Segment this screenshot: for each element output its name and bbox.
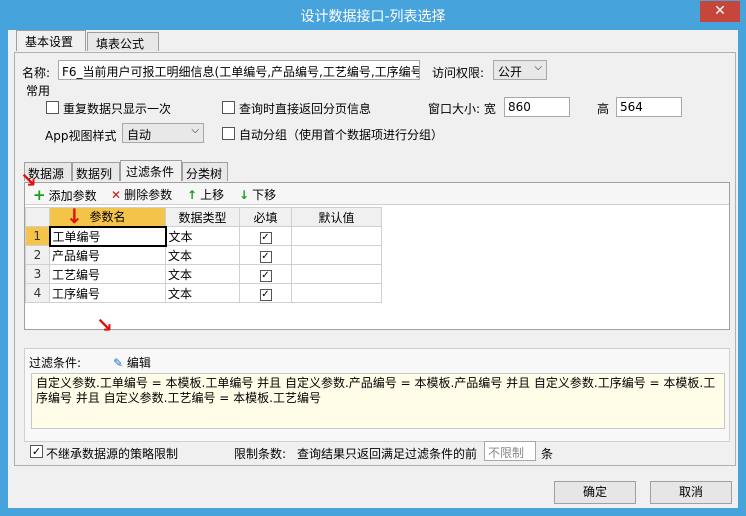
move-down-label: 下移 xyxy=(252,188,277,202)
inherit-label: 不继承数据源的策略限制 xyxy=(46,447,179,461)
autogroup-label: 自动分组（使用首个数据项进行分组） xyxy=(239,128,444,142)
app-view-value: 自动 xyxy=(127,128,152,142)
height-label: 高 xyxy=(597,102,610,116)
repeat-label: 重复数据只显示一次 xyxy=(63,102,172,116)
required-checkbox[interactable]: ✓ xyxy=(259,288,272,301)
required-checkbox[interactable]: ✓ xyxy=(259,250,272,263)
annotation-arrow-icon: ↘ xyxy=(20,168,37,192)
move-up-button[interactable]: ↑ 上移 xyxy=(187,186,224,203)
dialog-window: 设计数据接口-列表选择 ✕ 基本设置 填表公式 名称: F6_当前用户可报工明细… xyxy=(0,0,746,516)
chevron-down-icon: ⌵ xyxy=(534,62,542,73)
default-cell[interactable] xyxy=(291,226,382,246)
app-view-label: App视图样式 xyxy=(45,129,117,143)
move-up-label: 上移 xyxy=(200,188,225,202)
ok-button[interactable]: 确定 xyxy=(554,481,636,504)
name-label: 名称: xyxy=(22,66,51,80)
delete-param-button[interactable]: ✕ 删除参数 xyxy=(111,186,172,203)
autogroup-checkbox[interactable] xyxy=(222,127,235,140)
limit-description: 查询结果只返回满足过滤条件的前 xyxy=(297,447,478,461)
tab-fill-formula[interactable]: 填表公式 xyxy=(87,32,159,51)
dialog-client: 基本设置 填表公式 名称: F6_当前用户可报工明细信息(工单编号,产品编号,工… xyxy=(8,30,738,508)
filter-expression[interactable]: 自定义参数.工单编号 = 本模板.工单编号 并且 自定义参数.产品编号 = 本模… xyxy=(31,373,725,429)
repeat-checkbox[interactable] xyxy=(46,101,59,114)
default-cell[interactable] xyxy=(291,245,382,265)
chevron-down-icon: ⌵ xyxy=(191,125,199,136)
access-label: 访问权限: xyxy=(432,66,485,80)
col-data-type[interactable]: 数据类型 xyxy=(165,207,240,227)
window-title: 设计数据接口-列表选择 xyxy=(300,9,446,25)
paging-label: 查询时直接返回分页信息 xyxy=(239,102,372,116)
corner-cell xyxy=(25,207,50,227)
edit-filter-label: 编辑 xyxy=(126,356,151,370)
cancel-button[interactable]: 取消 xyxy=(650,481,732,504)
table-row[interactable]: 3 工艺编号 文本 ✓ xyxy=(25,264,382,284)
required-checkbox[interactable]: ✓ xyxy=(259,269,272,282)
add-param-button[interactable]: + 添加参数 xyxy=(33,186,97,204)
data-type-cell[interactable]: 文本 xyxy=(165,226,240,246)
subtab-datacolumns[interactable]: 数据列 xyxy=(72,162,120,181)
param-name-cell[interactable]: 产品编号 xyxy=(49,245,166,265)
param-name-cell[interactable]: 工单编号 xyxy=(48,225,167,247)
annotation-arrow-icon: ↘ xyxy=(96,313,113,337)
edit-icon: ✎ xyxy=(113,356,124,370)
table-row[interactable]: 2 产品编号 文本 ✓ xyxy=(25,245,382,265)
row-number: 3 xyxy=(25,264,50,284)
add-param-label: 添加参数 xyxy=(48,189,97,203)
tab-basic-settings[interactable]: 基本设置 xyxy=(16,30,86,51)
name-input[interactable]: F6_当前用户可报工明细信息(工单编号,产品编号,工艺编号,工序编号 xyxy=(58,60,420,80)
default-cell[interactable] xyxy=(291,264,382,284)
default-cell[interactable] xyxy=(291,283,382,303)
paging-checkbox[interactable] xyxy=(222,101,235,114)
close-button[interactable]: ✕ xyxy=(700,1,740,22)
filter-label: 过滤条件: xyxy=(29,356,82,370)
row-number: 1 xyxy=(25,226,50,246)
access-value: 公开 xyxy=(498,65,523,79)
table-row[interactable]: 1 工单编号 文本 ✓ xyxy=(25,225,382,247)
delete-param-label: 删除参数 xyxy=(124,188,173,202)
col-required[interactable]: 必填 xyxy=(239,207,292,227)
limit-input[interactable]: 不限制 xyxy=(484,441,536,461)
data-type-cell[interactable]: 文本 xyxy=(165,245,240,265)
height-input[interactable]: 564 xyxy=(616,97,682,117)
required-cell[interactable]: ✓ xyxy=(239,226,292,246)
edit-filter-button[interactable]: ✎ 编辑 xyxy=(113,354,151,371)
move-down-button[interactable]: ↓ 下移 xyxy=(239,186,276,203)
access-select[interactable]: 公开 ⌵ xyxy=(493,60,547,80)
param-name-cell[interactable]: 工序编号 xyxy=(49,283,166,303)
required-checkbox[interactable]: ✓ xyxy=(259,231,272,244)
arrow-up-icon: ↑ xyxy=(187,188,198,202)
group-label: 常用 xyxy=(26,84,51,98)
limit-unit: 条 xyxy=(541,447,554,461)
param-toolbar: + 添加参数 ✕ 删除参数 ↑ 上移 ↓ 下移 xyxy=(25,183,729,205)
filter-panel: 过滤条件: ✎ 编辑 自定义参数.工单编号 = 本模板.工单编号 并且 自定义参… xyxy=(24,348,730,442)
inherit-checkbox[interactable]: ✓ xyxy=(30,445,43,458)
arrow-down-icon: ↓ xyxy=(239,188,250,202)
col-default[interactable]: 默认值 xyxy=(291,207,382,227)
param-name-cell[interactable]: 工艺编号 xyxy=(49,264,166,284)
app-view-select[interactable]: 自动 ⌵ xyxy=(122,123,204,143)
limit-label: 限制条数: xyxy=(234,447,287,461)
subtab-filter[interactable]: 过滤条件 xyxy=(120,160,182,181)
subtab-category-tree[interactable]: 分类树 xyxy=(182,162,228,181)
row-number: 2 xyxy=(25,245,50,265)
row-number: 4 xyxy=(25,283,50,303)
annotation-arrow-icon: ↓ xyxy=(66,204,83,228)
window-size-label: 窗口大小: 宽 xyxy=(428,102,496,116)
title-bar: 设计数据接口-列表选择 ✕ xyxy=(0,0,746,30)
required-cell[interactable]: ✓ xyxy=(239,245,292,265)
data-type-cell[interactable]: 文本 xyxy=(165,264,240,284)
delete-icon: ✕ xyxy=(111,188,122,202)
required-cell[interactable]: ✓ xyxy=(239,264,292,284)
required-cell[interactable]: ✓ xyxy=(239,283,292,303)
width-input[interactable]: 860 xyxy=(504,97,570,117)
param-grid-panel: + 添加参数 ✕ 删除参数 ↑ 上移 ↓ 下移 参数名 数据类型 必填 默认值 … xyxy=(24,182,730,330)
data-type-cell[interactable]: 文本 xyxy=(165,283,240,303)
table-row[interactable]: 4 工序编号 文本 ✓ xyxy=(25,283,382,303)
